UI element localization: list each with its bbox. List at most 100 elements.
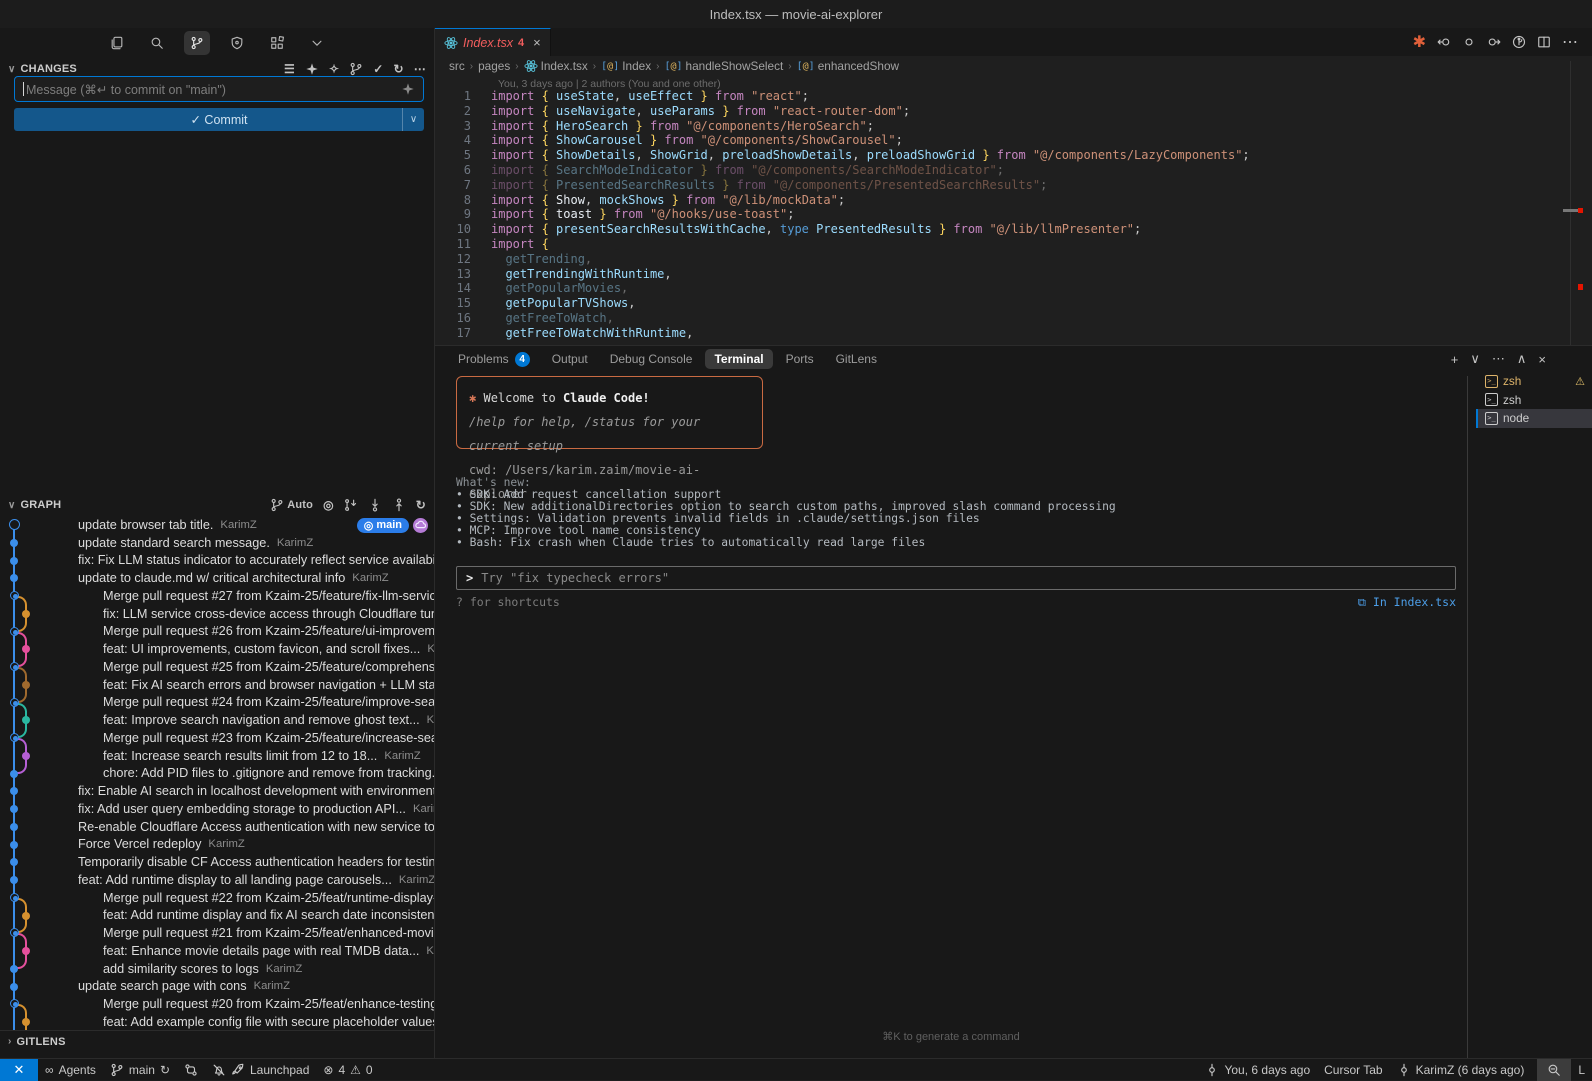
cloud-badge[interactable] [413, 518, 428, 533]
sparkle-icon[interactable] [401, 82, 415, 96]
close-panel-icon[interactable]: × [1538, 352, 1546, 367]
open-changes-icon[interactable] [1512, 35, 1526, 49]
sparkle-icon[interactable] [305, 62, 319, 76]
commit-row[interactable]: Temporarily disable CF Access authentica… [0, 853, 434, 871]
panel-tab-problems[interactable]: Problems4 [449, 349, 539, 370]
commit-row[interactable]: feat: Improve search navigation and remo… [0, 711, 434, 729]
maximize-panel-icon[interactable]: ∧ [1517, 351, 1527, 367]
terminal-dropdown-icon[interactable]: ∨ [1470, 351, 1480, 367]
breadcrumb-item[interactable]: [@]Index [601, 59, 651, 73]
clipped-item[interactable]: L [1571, 1059, 1592, 1081]
more-actions-icon[interactable]: ⋯ [1562, 32, 1578, 52]
claude-icon[interactable]: ✱ [1413, 32, 1426, 52]
breadcrumb-item[interactable]: Index.tsx [524, 59, 588, 73]
more-views-icon[interactable] [304, 31, 330, 55]
commit-row[interactable]: update search page with consKarimZ [0, 978, 434, 996]
next-change-icon[interactable] [1487, 35, 1501, 49]
code-view[interactable]: 1import { useState, useEffect } from "re… [435, 89, 1570, 341]
breadcrumb-item[interactable]: [@]enhancedShow [797, 59, 899, 73]
source-control-icon[interactable] [184, 31, 210, 55]
zoom-item[interactable] [1537, 1059, 1571, 1081]
terminal-item-zsh[interactable]: >_zsh⚠ [1476, 372, 1592, 391]
commit-row[interactable]: Merge pull request #22 from Kzaim-25/fea… [0, 889, 434, 907]
commit-row[interactable]: Merge pull request #20 from Kzaim-25/fea… [0, 995, 434, 1013]
commit-row[interactable]: update standard search message.KarimZ [0, 534, 434, 552]
target-icon[interactable]: ◎ [323, 498, 334, 512]
view-as-list-icon[interactable]: ☰ [284, 62, 295, 76]
commit-row[interactable]: feat: Increase search results limit from… [0, 747, 434, 765]
shield-icon[interactable] [224, 31, 250, 55]
terminal-splitter[interactable] [1467, 376, 1468, 1058]
panel-tab-debug-console[interactable]: Debug Console [601, 349, 702, 369]
commit-row[interactable]: Merge pull request #26 from Kzaim-25/fea… [0, 623, 434, 641]
commit-row[interactable]: Force Vercel redeployKarimZ [0, 836, 434, 854]
more-actions-icon[interactable]: ⋯ [414, 62, 426, 76]
prev-change-icon[interactable] [1437, 35, 1451, 49]
gitlens-section-header[interactable]: › GITLENS [0, 1030, 434, 1052]
terminal-item-zsh[interactable]: >_zsh [1476, 391, 1592, 410]
close-tab-icon[interactable]: × [533, 35, 541, 50]
commit-row[interactable]: Merge pull request #25 from Kzaim-25/fea… [0, 658, 434, 676]
tab-index-tsx[interactable]: Index.tsx 4 × [435, 28, 551, 56]
blame-karimz-item[interactable]: KarimZ (6 days ago) [1390, 1059, 1532, 1081]
panel-tab-gitlens[interactable]: GitLens [827, 349, 886, 369]
commit-row[interactable]: feat: Add runtime display to all landing… [0, 871, 434, 889]
more-actions-icon[interactable]: ⋯ [1492, 351, 1505, 367]
commit-row[interactable]: Merge pull request #24 from Kzaim-25/fea… [0, 694, 434, 712]
commit-row[interactable]: update to claude.md w/ critical architec… [0, 569, 434, 587]
commit-row[interactable]: Merge pull request #27 from Kzaim-25/fea… [0, 587, 434, 605]
split-editor-icon[interactable] [1537, 35, 1551, 49]
commit-row[interactable]: fix: Enable AI search in localhost devel… [0, 782, 434, 800]
generate-commit-icon[interactable]: ✧ [329, 62, 339, 76]
panel-tab-ports[interactable]: Ports [777, 349, 823, 369]
remote-indicator[interactable]: ✕ [0, 1059, 38, 1081]
commit-button[interactable]: ✓ Commit ∨ [14, 108, 424, 131]
breadcrumb-item[interactable]: [@]handleShowSelect [664, 59, 783, 73]
branch-badge-main[interactable]: ◎main [357, 518, 409, 533]
graph-auto-toggle[interactable]: Auto [270, 498, 313, 512]
breadcrumb-item[interactable]: pages [478, 59, 510, 73]
commit-row[interactable]: feat: Add runtime display and fix AI sea… [0, 907, 434, 925]
breadcrumb-item[interactable]: src [449, 59, 465, 73]
extensions-icon[interactable] [264, 31, 290, 55]
commit-message-input[interactable]: Message (⌘↵ to commit on "main") [14, 76, 424, 102]
commit-dropdown-icon[interactable]: ∨ [402, 108, 424, 131]
search-icon[interactable] [144, 31, 170, 55]
commit-row[interactable]: Merge pull request #23 from Kzaim-25/fea… [0, 729, 434, 747]
current-change-icon[interactable] [1462, 35, 1476, 49]
commit-row[interactable]: feat: Enhance movie details page with re… [0, 942, 434, 960]
commit-row[interactable]: fix: Fix LLM status indicator to accurat… [0, 552, 434, 570]
compare-item[interactable] [177, 1059, 205, 1081]
in-file-indicator[interactable]: ⧉ In Index.tsx [1358, 595, 1456, 610]
cursor-tab-item[interactable]: Cursor Tab [1317, 1059, 1389, 1081]
commit-row[interactable]: feat: Add example config file with secur… [0, 1013, 434, 1030]
commit-row[interactable]: Re-enable Cloudflare Access authenticati… [0, 818, 434, 836]
panel-tab-output[interactable]: Output [543, 349, 597, 369]
commit-row[interactable]: add similarity scores to logsKarimZ [0, 960, 434, 978]
commit-row[interactable]: chore: Add PID files to .gitignore and r… [0, 765, 434, 783]
commit-row[interactable]: fix: Add user query embedding storage to… [0, 800, 434, 818]
agents-item[interactable]: ∞Agents [38, 1059, 103, 1081]
push-icon[interactable] [392, 498, 406, 512]
commit-all-icon[interactable]: ✓ [373, 62, 383, 76]
launchpad-item[interactable]: Launchpad [205, 1059, 316, 1081]
refresh-icon[interactable]: ↻ [416, 498, 426, 512]
problems-item[interactable]: ⊗4⚠0 [316, 1059, 379, 1081]
blame-you-item[interactable]: You, 6 days ago [1198, 1059, 1317, 1081]
branch-item[interactable]: main↻ [103, 1059, 177, 1081]
panel-tab-terminal[interactable]: Terminal [705, 349, 772, 369]
commit-row[interactable]: feat: UI improvements, custom favicon, a… [0, 640, 434, 658]
claude-prompt-input[interactable]: > Try "fix typecheck errors" [456, 566, 1456, 590]
merge-icon[interactable] [344, 498, 358, 512]
refresh-icon[interactable]: ↻ [394, 62, 404, 76]
graph-section-header[interactable]: ∨ GRAPH Auto◎↻ [0, 494, 434, 516]
new-terminal-icon[interactable]: + [1451, 352, 1459, 367]
commit-row[interactable]: fix: LLM service cross-device access thr… [0, 605, 434, 623]
pull-icon[interactable] [368, 498, 382, 512]
commit-row[interactable]: update browser tab title.KarimZ◎main [0, 516, 434, 534]
branch-action-icon[interactable] [349, 62, 363, 76]
commit-row[interactable]: feat: Fix AI search errors and browser n… [0, 676, 434, 694]
files-icon[interactable] [104, 31, 130, 55]
commit-row[interactable]: Merge pull request #21 from Kzaim-25/fea… [0, 924, 434, 942]
terminal-item-node[interactable]: >_node [1476, 409, 1592, 428]
